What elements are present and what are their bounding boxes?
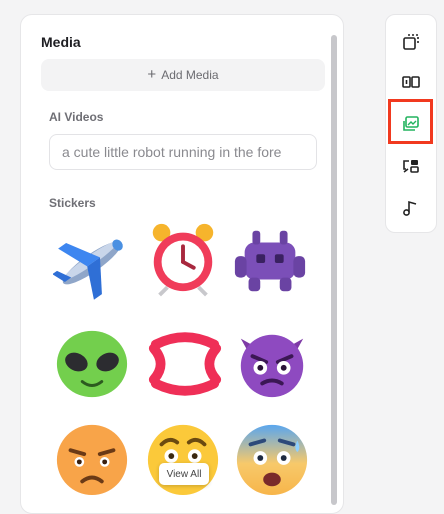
sticker-anger-symbol[interactable] (146, 325, 224, 403)
panel-scrollbar[interactable] (331, 35, 337, 505)
plus-icon: + (147, 66, 157, 83)
media-panel: Media + Add Media AI Videos a cute littl… (20, 14, 344, 514)
sticker-alien-monster[interactable] (231, 223, 309, 301)
stickers-label: Stickers (49, 196, 96, 210)
ai-videos-label: AI Videos (49, 110, 104, 124)
sticker-alarm-clock[interactable] (144, 219, 222, 297)
ai-video-prompt-input[interactable]: a cute little robot running in the fore (49, 134, 317, 170)
sticker-alien[interactable] (53, 325, 131, 403)
add-media-button[interactable]: + Add Media (41, 59, 325, 91)
add-media-label: Add Media (161, 68, 219, 82)
rail-layout-button[interactable] (398, 69, 424, 95)
sticker-frowning-face[interactable] (53, 419, 131, 497)
view-all-button[interactable]: View All (159, 463, 209, 485)
template-icon (403, 34, 419, 50)
rail-active-highlight (388, 99, 433, 144)
text-icon (403, 160, 419, 173)
rail-template-button[interactable] (398, 29, 424, 55)
sticker-anxious-face-with-sweat[interactable] (233, 419, 311, 497)
panel-title: Media (41, 34, 81, 50)
sticker-face-with-raised-eyebrow[interactable] (144, 419, 222, 497)
sticker-angry-face-with-horns[interactable] (233, 323, 311, 401)
audio-icon (403, 200, 417, 216)
rail-audio-button[interactable] (398, 195, 424, 221)
sticker-airplane[interactable] (53, 224, 131, 302)
rail-text-button[interactable] (398, 153, 424, 179)
layout-icon (402, 76, 420, 88)
